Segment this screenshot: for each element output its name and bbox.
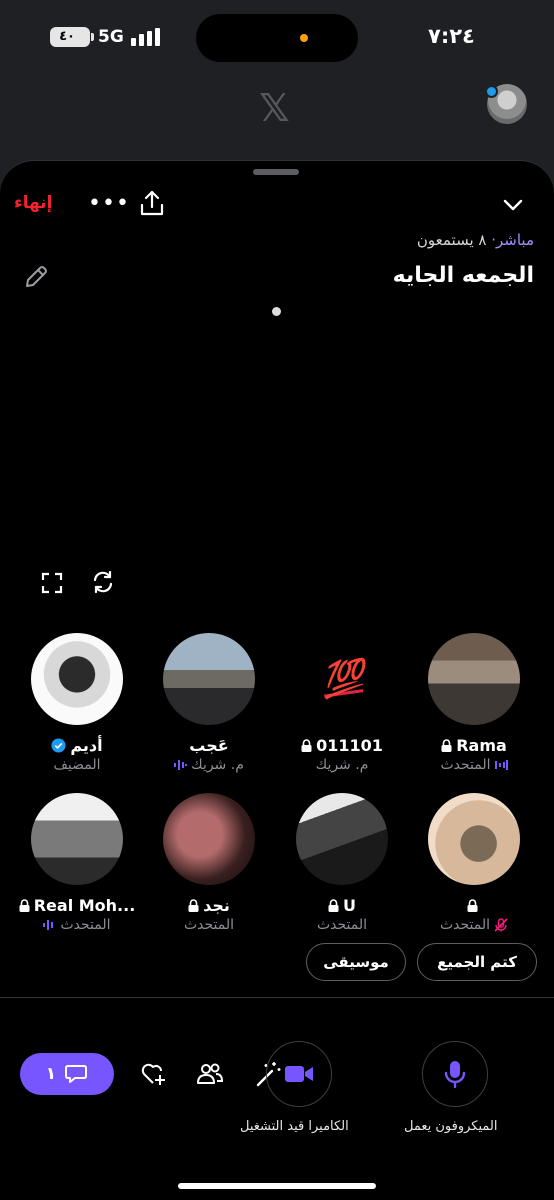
space-title: الجمعه الجايه: [392, 263, 534, 288]
participant-011101[interactable]: 💯 011101 م. شريك: [276, 633, 408, 773]
edit-icon[interactable]: [22, 263, 50, 291]
chat-count: ١: [45, 1064, 57, 1084]
chevron-down-icon[interactable]: [500, 193, 526, 217]
chat-button[interactable]: ١: [20, 1053, 114, 1095]
listener-count: ٨ يستمعون: [416, 231, 487, 249]
hundred-emoji-icon: 💯: [319, 656, 365, 702]
page-indicator-dot: [272, 307, 281, 316]
sheet-grabber[interactable]: [253, 169, 299, 175]
avatar: [31, 793, 123, 885]
space-header: إنهاء •••: [0, 185, 554, 225]
music-button[interactable]: موسيقى: [306, 943, 406, 981]
avatar: [428, 633, 520, 725]
speaking-wave-icon: [43, 920, 54, 930]
avatar: [428, 793, 520, 885]
participant-unnamed[interactable]: المتحدث: [408, 793, 540, 933]
participant-role: المتحدث: [183, 917, 235, 933]
camera-button[interactable]: [266, 1041, 332, 1107]
mic-muted-icon: [494, 918, 508, 932]
speaking-wave-icon: [494, 760, 508, 770]
participant-role: المتحدث: [316, 917, 368, 933]
participant-role: م. شريك: [315, 757, 369, 773]
mute-all-button[interactable]: كتم الجميع: [417, 943, 537, 981]
profile-avatar[interactable]: [485, 84, 527, 124]
participant-name: U: [343, 895, 356, 915]
clock: ٧:٢٤: [428, 24, 475, 48]
signal-icon: [131, 28, 163, 46]
lock-icon: [328, 898, 339, 912]
camera-label: الكاميرا قيد التشغيل: [240, 1119, 349, 1134]
participant-name: Rama: [456, 735, 507, 755]
avatar: [163, 633, 255, 725]
avatar: [31, 633, 123, 725]
live-status: مباشر· ٨ يستمعون: [417, 231, 534, 249]
microphone-icon: [444, 1061, 466, 1089]
participant-role: المتحدث: [440, 757, 491, 773]
divider: [0, 997, 554, 998]
participant-najd[interactable]: نجد المتحدث: [143, 793, 275, 933]
privacy-indicator: [300, 34, 308, 42]
verified-icon: [51, 737, 66, 753]
participant-role: المتحدث: [439, 917, 491, 933]
speaking-wave-icon: [174, 760, 188, 770]
more-icon[interactable]: •••: [88, 191, 130, 216]
fullscreen-icon[interactable]: [40, 571, 64, 595]
participant-name: 011101: [316, 735, 383, 755]
participant-role: م. شريك: [191, 757, 244, 773]
lock-icon: [19, 898, 30, 912]
participant-rama[interactable]: Rama المتحدث: [408, 633, 540, 773]
participant-name: Real Moh...: [33, 895, 136, 915]
participant-name: أديم: [70, 735, 103, 755]
lock-icon: [301, 738, 312, 752]
heart-plus-icon[interactable]: [138, 1059, 168, 1089]
participant-ajab[interactable]: عَجب م. شريك: [143, 633, 275, 773]
switch-camera-icon[interactable]: [90, 569, 116, 595]
people-icon[interactable]: [195, 1059, 225, 1089]
share-icon[interactable]: [139, 189, 165, 217]
microphone-button[interactable]: [422, 1041, 488, 1107]
end-space-button[interactable]: إنهاء: [14, 193, 53, 213]
status-bar: ٤٠ 5G ٧:٢٤: [0, 0, 554, 76]
network-type: 5G: [98, 27, 124, 47]
lock-icon: [441, 738, 452, 752]
participant-name: نجد: [203, 895, 230, 915]
lock-icon: [188, 898, 199, 912]
dynamic-island: [196, 14, 358, 62]
avatar: [296, 793, 388, 885]
battery-level: ٤٠: [59, 29, 75, 44]
live-label: مباشر·: [491, 231, 534, 249]
lock-icon: [467, 898, 477, 912]
microphone-label: الميكروفون يعمل: [404, 1119, 498, 1134]
chat-bubble-icon: [65, 1065, 88, 1083]
participant-real-moh[interactable]: Real Moh... المتحدث: [11, 793, 143, 933]
participant-adeem[interactable]: أديم المضيف: [11, 633, 143, 773]
home-indicator[interactable]: [178, 1183, 376, 1189]
video-camera-icon: [285, 1066, 313, 1082]
x-logo: 𝕏: [259, 86, 290, 130]
avatar: 💯: [296, 633, 388, 725]
participant-name: عَجب: [189, 735, 229, 755]
space-sheet: إنهاء ••• مباشر· ٨ يستمعون الجمعه الجايه: [0, 160, 554, 1200]
battery-icon: ٤٠: [50, 27, 94, 47]
avatar: [163, 793, 255, 885]
participant-role: المضيف: [53, 757, 101, 773]
participant-u[interactable]: U المتحدث: [276, 793, 408, 933]
participant-role: المتحدث: [60, 917, 111, 933]
